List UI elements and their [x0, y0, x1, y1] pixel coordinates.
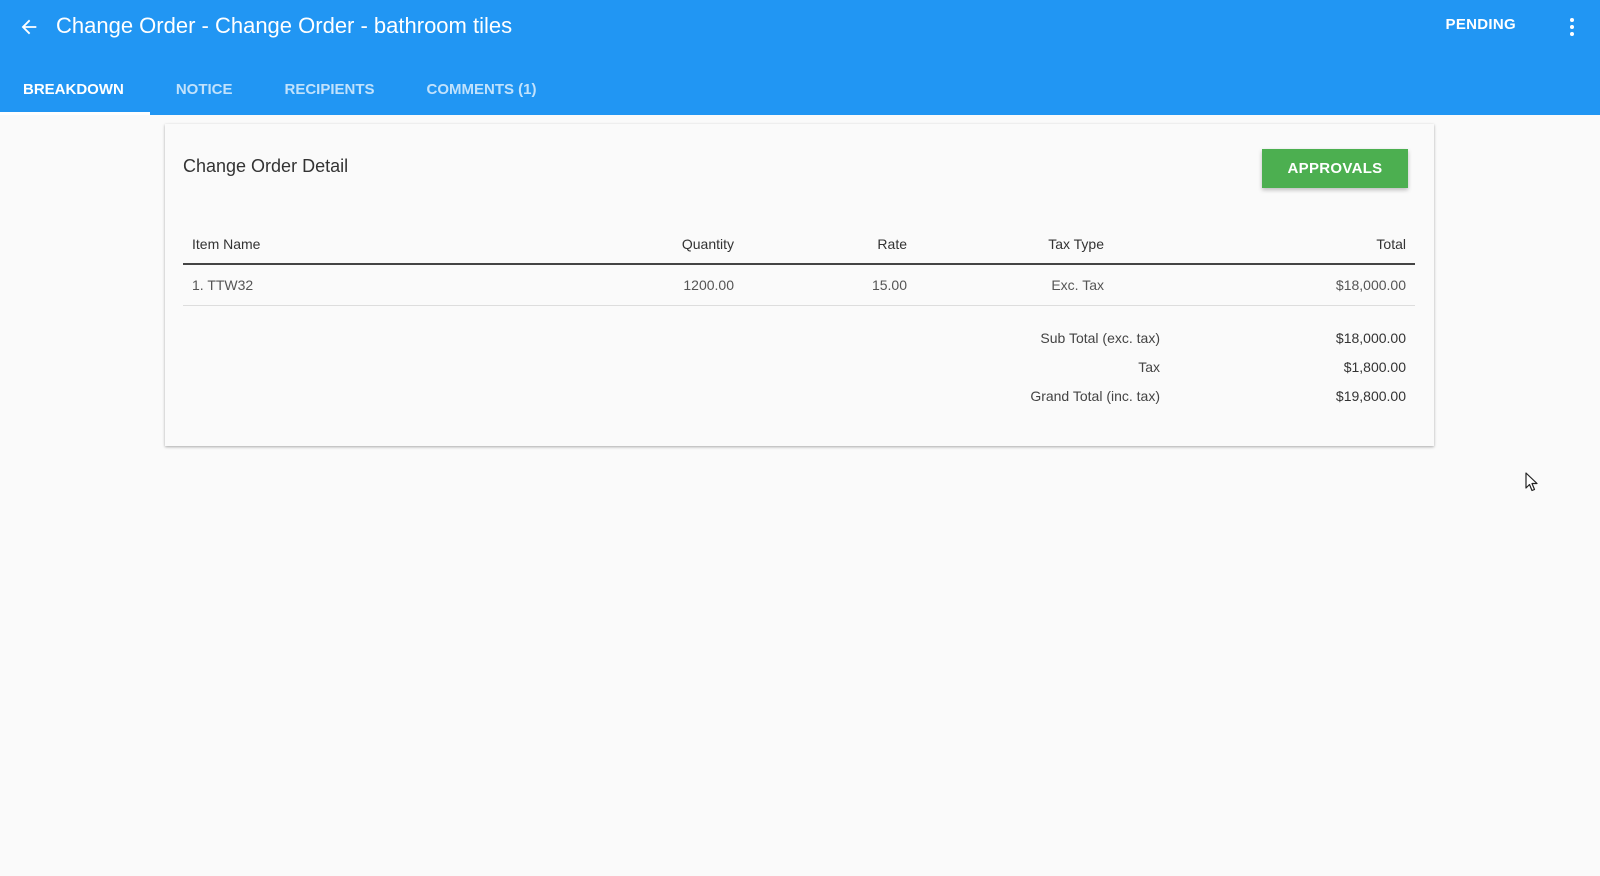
more-vert-icon	[1570, 18, 1574, 22]
column-header-quantity: Quantity	[681, 235, 734, 252]
subtotal-row: Sub Total (exc. tax) $18,000.00	[183, 324, 1415, 353]
more-vert-dot	[1570, 25, 1574, 29]
totals-summary: Sub Total (exc. tax) $18,000.00 Tax $1,8…	[183, 324, 1415, 411]
column-header-tax-type: Tax Type	[1048, 235, 1104, 252]
arrow-left-icon	[21, 19, 37, 35]
tab-comments[interactable]: COMMENTS (1)	[401, 64, 563, 115]
cell-tax-type: Exc. Tax	[1051, 277, 1104, 293]
tab-notice[interactable]: NOTICE	[150, 64, 259, 115]
approvals-button[interactable]: APPROVALS	[1262, 149, 1408, 188]
tax-value: $1,800.00	[1343, 359, 1406, 375]
back-button[interactable]	[14, 12, 44, 42]
more-vert-dot	[1570, 32, 1574, 36]
column-header-item-name: Item Name	[192, 235, 261, 252]
grand-total-label: Grand Total (inc. tax)	[1030, 388, 1160, 404]
app-bar: Change Order - Change Order - bathroom t…	[0, 0, 1600, 115]
tax-label: Tax	[1138, 359, 1160, 375]
status-label[interactable]: PENDING	[1446, 16, 1516, 33]
tab-recipients[interactable]: RECIPIENTS	[259, 64, 401, 115]
cell-rate: 15.00	[871, 277, 907, 293]
page-title: Change Order - Change Order - bathroom t…	[56, 13, 513, 38]
cell-item-name: 1. TTW32	[192, 277, 254, 293]
table-row[interactable]: 1. TTW32 1200.00 15.00 Exc. Tax $18,000.…	[183, 265, 1415, 306]
breakdown-table: Item Name Quantity Rate Tax Type Total 1…	[183, 224, 1415, 306]
change-order-detail-card: Change Order Detail APPROVALS Item Name …	[165, 124, 1434, 446]
subtotal-label: Sub Total (exc. tax)	[1040, 330, 1160, 346]
tax-row: Tax $1,800.00	[183, 353, 1415, 382]
subtotal-value: $18,000.00	[1335, 330, 1406, 346]
tab-bar: BREAKDOWN NOTICE RECIPIENTS COMMENTS (1)	[0, 64, 563, 115]
cell-quantity: 1200.00	[683, 277, 734, 293]
tab-breakdown[interactable]: BREAKDOWN	[0, 64, 150, 115]
grand-total-value: $19,800.00	[1335, 388, 1406, 404]
cell-total: $18,000.00	[1335, 277, 1406, 293]
column-header-total: Total	[1376, 235, 1406, 252]
mouse-cursor-icon	[1525, 472, 1538, 492]
more-menu-button[interactable]	[1560, 12, 1584, 42]
column-header-rate: Rate	[877, 235, 907, 252]
grand-total-row: Grand Total (inc. tax) $19,800.00	[183, 382, 1415, 411]
card-title: Change Order Detail	[183, 156, 349, 176]
table-header: Item Name Quantity Rate Tax Type Total	[183, 224, 1415, 265]
